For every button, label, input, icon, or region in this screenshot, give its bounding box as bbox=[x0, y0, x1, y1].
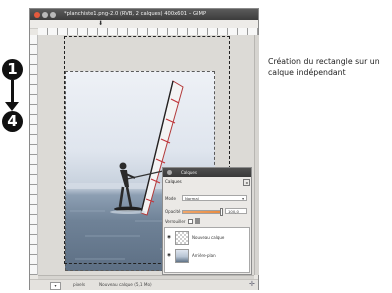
layer-name[interactable]: Nouveau calque bbox=[192, 235, 224, 240]
opacity-slider-knob[interactable] bbox=[220, 208, 223, 216]
caption-text: Création du rectangle sur un calque indé… bbox=[268, 57, 380, 77]
layer-row[interactable]: ◉ Arrière-plan bbox=[165, 248, 249, 264]
status-message: Nouveau calque (5,1 Mo) bbox=[99, 282, 152, 287]
zoom-dropdown[interactable]: ▾ bbox=[50, 282, 61, 290]
layers-dock-title: Calques bbox=[181, 170, 197, 175]
window-title: *planchiste1.png-2.0 (RVB, 2 calques) 40… bbox=[64, 11, 207, 17]
mode-value: Normal bbox=[185, 196, 199, 201]
layer-thumbnail bbox=[175, 231, 189, 245]
layers-dock: Calques Calques ◂ Mode Normal ▾ Opacité … bbox=[162, 167, 252, 275]
lock-icon bbox=[195, 218, 200, 224]
cursor-arrow-icon: ⬇ bbox=[98, 20, 104, 27]
lock-label: Verrouiller bbox=[165, 219, 186, 224]
opacity-value: 100,0 bbox=[228, 209, 239, 214]
navigate-icon[interactable]: ✛ bbox=[249, 279, 255, 289]
layers-tab[interactable]: Calques bbox=[165, 179, 182, 184]
layer-name[interactable]: Arrière-plan bbox=[192, 253, 216, 258]
opacity-spin[interactable]: 100,0 bbox=[225, 208, 247, 214]
chevron-down-icon: ▾ bbox=[242, 196, 244, 201]
tab-menu-icon[interactable]: ◂ bbox=[243, 179, 250, 186]
unit-label[interactable]: pixels bbox=[73, 280, 85, 290]
step-marker-start: 1 bbox=[2, 59, 23, 80]
vertical-ruler[interactable] bbox=[30, 35, 38, 275]
eye-icon[interactable]: ◉ bbox=[167, 253, 171, 258]
maximize-window-icon[interactable] bbox=[50, 11, 56, 18]
window-titlebar[interactable]: *planchiste1.png-2.0 (RVB, 2 calques) 40… bbox=[30, 9, 258, 20]
close-window-icon[interactable] bbox=[34, 11, 40, 18]
close-dock-icon[interactable] bbox=[167, 170, 172, 175]
vertical-scrollbar[interactable] bbox=[254, 35, 259, 275]
mode-label: Mode bbox=[165, 196, 176, 201]
layer-row[interactable]: ◉ Nouveau calque bbox=[165, 230, 249, 246]
mode-select[interactable]: Normal ▾ bbox=[182, 195, 247, 201]
step-arrow-head-icon bbox=[5, 102, 19, 111]
layers-dock-titlebar[interactable]: Calques bbox=[163, 168, 251, 177]
layer-thumbnail bbox=[175, 249, 189, 263]
lock-alpha-checkbox[interactable] bbox=[188, 219, 193, 224]
opacity-label: Opacité bbox=[165, 209, 181, 214]
statusbar: ▾ pixels Nouveau calque (5,1 Mo) bbox=[30, 279, 258, 290]
minimize-window-icon[interactable] bbox=[42, 11, 48, 18]
eye-icon[interactable]: ◉ bbox=[167, 235, 171, 240]
layer-list[interactable]: ◉ Nouveau calque ◉ Arrière-plan bbox=[164, 227, 250, 273]
step-marker-end: 4 bbox=[2, 111, 23, 132]
opacity-slider[interactable] bbox=[182, 210, 222, 214]
